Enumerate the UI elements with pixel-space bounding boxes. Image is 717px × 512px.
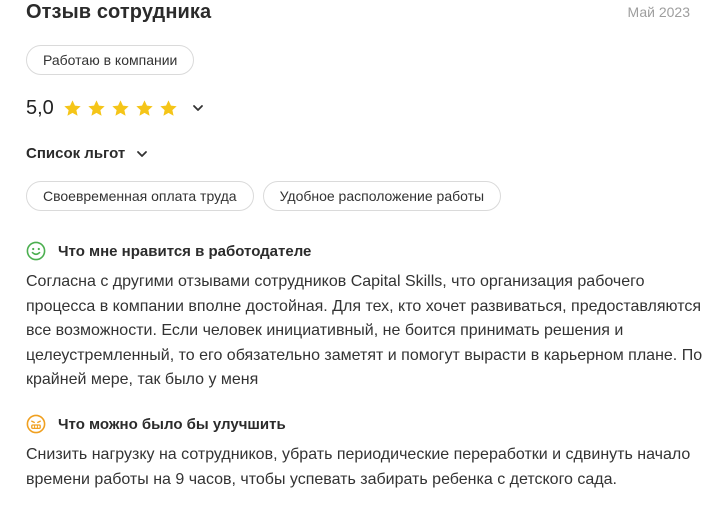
improve-text: Снизить нагрузку на сотрудников, убрать … <box>26 446 691 488</box>
likes-section-header: Что мне нравится в работодателе <box>26 241 311 261</box>
star-icon <box>160 99 177 116</box>
benefits-list: Своевременная оплата труда Удобное распо… <box>26 181 510 211</box>
improve-header-label: Что можно было бы улучшить <box>58 415 286 433</box>
rating-stars <box>63 99 183 118</box>
star-icon <box>88 99 105 116</box>
benefit-chip: Своевременная оплата труда <box>26 181 254 211</box>
benefits-header-label: Список льгот <box>26 145 126 162</box>
employment-status-chip: Работаю в компании <box>26 45 195 75</box>
grimace-face-icon <box>26 414 46 434</box>
improve-section-header: Что можно было бы улучшить <box>26 414 286 434</box>
review-header: Отзыв сотрудника Май 2023 <box>26 0 691 26</box>
smile-face-icon <box>26 241 46 261</box>
benefits-toggle[interactable]: Список льгот <box>26 145 149 162</box>
chevron-down-icon[interactable] <box>191 101 205 115</box>
star-icon <box>112 99 129 116</box>
benefit-chip: Удобное расположение работы <box>262 181 502 211</box>
review-date: Май 2023 <box>627 4 690 20</box>
rating-value: 5,0 <box>26 96 54 119</box>
likes-text: Согласна с другими отзывами сотрудников … <box>26 273 703 388</box>
chevron-down-icon <box>137 150 148 157</box>
rating-row[interactable]: 5,0 <box>26 95 205 121</box>
star-icon <box>64 99 81 116</box>
review-title: Отзыв сотрудника <box>26 1 212 23</box>
likes-header-label: Что мне нравится в работодателе <box>58 242 312 260</box>
star-icon <box>136 99 153 116</box>
